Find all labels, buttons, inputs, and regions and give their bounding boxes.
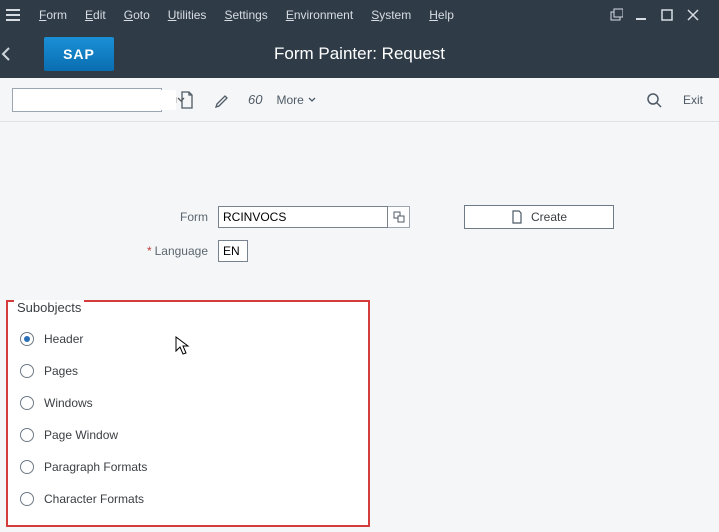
subobjects-group: Subobjects Header Pages Windows Page Win…	[6, 300, 370, 527]
form-f4-help-icon[interactable]	[388, 206, 410, 228]
menu-system[interactable]: System	[362, 8, 420, 22]
language-label: *Language	[18, 244, 218, 258]
radio-label: Character Formats	[44, 492, 144, 506]
radio-icon	[20, 396, 34, 410]
search-icon[interactable]	[643, 89, 665, 111]
maximize-icon[interactable]	[661, 9, 687, 21]
sap-logo: SAP	[44, 37, 114, 71]
edit-icon[interactable]	[212, 89, 234, 111]
create-label: Create	[531, 210, 567, 224]
radio-label: Windows	[44, 396, 93, 410]
language-input[interactable]	[218, 240, 248, 262]
minimize-icon[interactable]	[635, 9, 661, 21]
radio-label: Paragraph Formats	[44, 460, 147, 474]
form-row-language: *Language	[18, 236, 701, 266]
subobjects-title: Subobjects	[14, 300, 84, 315]
menu-form[interactable]: Form	[30, 8, 76, 22]
radio-paragraph-formats[interactable]: Paragraph Formats	[20, 451, 360, 483]
menu-bar: Form Edit Goto Utilities Settings Enviro…	[0, 0, 719, 30]
radio-icon	[20, 332, 34, 346]
create-button[interactable]: Create	[464, 205, 614, 229]
new-page-icon[interactable]	[176, 89, 198, 111]
radio-icon	[20, 364, 34, 378]
radio-character-formats[interactable]: Character Formats	[20, 483, 360, 515]
menu-environment[interactable]: Environment	[277, 8, 362, 22]
command-input[interactable]	[13, 90, 176, 110]
menu-help[interactable]: Help	[420, 8, 463, 22]
menu-hamburger-icon[interactable]	[6, 9, 30, 21]
radio-header[interactable]: Header	[20, 323, 360, 355]
content-area: Form Create *Language	[0, 122, 719, 266]
close-icon[interactable]	[687, 9, 713, 21]
radio-icon	[20, 492, 34, 506]
form-row-form: Form Create	[18, 202, 701, 232]
radio-windows[interactable]: Windows	[20, 387, 360, 419]
radio-pages[interactable]: Pages	[20, 355, 360, 387]
menu-utilities[interactable]: Utilities	[159, 8, 216, 22]
radio-icon	[20, 428, 34, 442]
radio-icon	[20, 460, 34, 474]
back-button[interactable]	[0, 46, 40, 62]
radio-label: Header	[44, 332, 83, 346]
radio-page-window[interactable]: Page Window	[20, 419, 360, 451]
more-label: More	[276, 93, 303, 107]
form-input[interactable]	[218, 206, 388, 228]
command-field[interactable]	[12, 88, 162, 112]
menu-edit[interactable]: Edit	[76, 8, 115, 22]
new-window-icon[interactable]	[609, 8, 635, 22]
exit-button[interactable]: Exit	[679, 93, 707, 107]
more-menu[interactable]: More	[276, 93, 315, 107]
app-toolbar: 60 More Exit	[0, 78, 719, 122]
create-page-icon	[511, 210, 523, 224]
menu-goto[interactable]: Goto	[115, 8, 159, 22]
radio-label: Pages	[44, 364, 78, 378]
display-glasses-icon[interactable]: 60	[248, 89, 262, 111]
title-bar: SAP Form Painter: Request	[0, 30, 719, 78]
radio-label: Page Window	[44, 428, 118, 442]
menu-settings[interactable]: Settings	[215, 8, 276, 22]
required-marker: *	[147, 244, 155, 258]
form-label: Form	[18, 210, 218, 224]
chevron-down-icon	[308, 97, 316, 103]
